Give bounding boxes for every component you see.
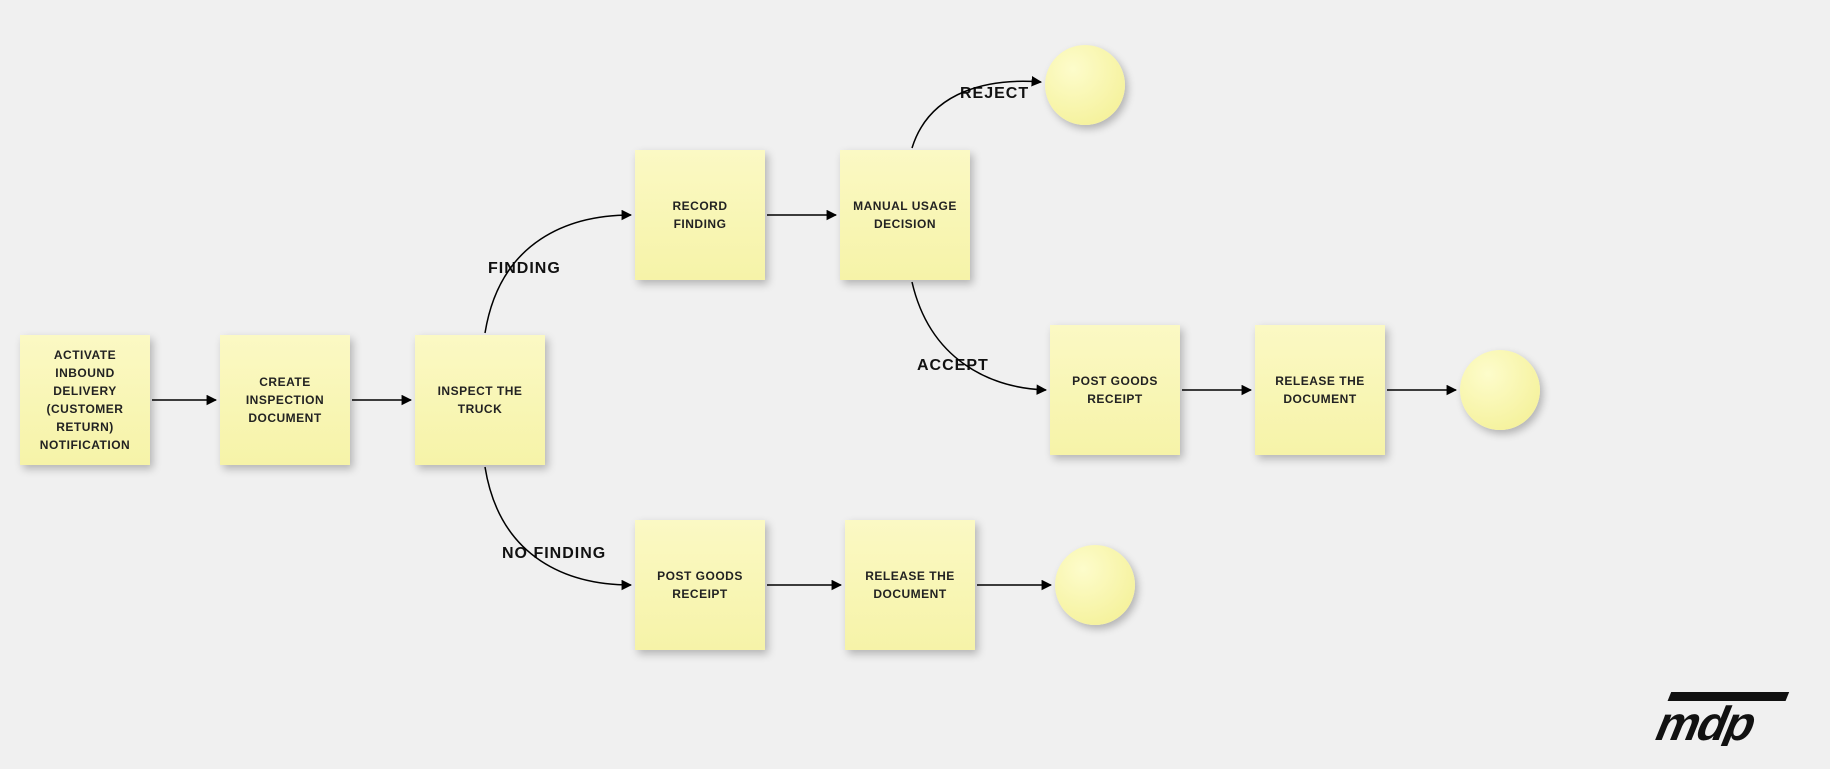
label-accept: ACCEPT <box>917 357 989 375</box>
node-release-document-accept: RELEASE THE DOCUMENT <box>1255 325 1385 455</box>
svg-text:mdp: mdp <box>1648 697 1766 746</box>
node-inspect-truck: INSPECT THE TRUCK <box>415 335 545 465</box>
node-manual-usage-decision: MANUAL USAGE DECISION <box>840 150 970 280</box>
node-release-document-nofinding: RELEASE THE DOCUMENT <box>845 520 975 650</box>
node-post-goods-receipt-nofinding: POST GOODS RECEIPT <box>635 520 765 650</box>
node-activate-inbound: ACTIVATE INBOUND DELIVERY (CUSTOMER RETU… <box>20 335 150 465</box>
endpoint-accept <box>1460 350 1540 430</box>
label-no-finding: NO FINDING <box>502 545 606 563</box>
endpoint-nofinding <box>1055 545 1135 625</box>
endpoint-reject <box>1045 45 1125 125</box>
node-post-goods-receipt-accept: POST GOODS RECEIPT <box>1050 325 1180 455</box>
node-create-inspection: CREATE INSPECTION DOCUMENT <box>220 335 350 465</box>
label-finding: FINDING <box>488 260 561 278</box>
label-reject: REJECT <box>960 85 1029 103</box>
node-record-finding: RECORD FINDING <box>635 150 765 280</box>
logo-mdp: mdp <box>1630 690 1800 751</box>
